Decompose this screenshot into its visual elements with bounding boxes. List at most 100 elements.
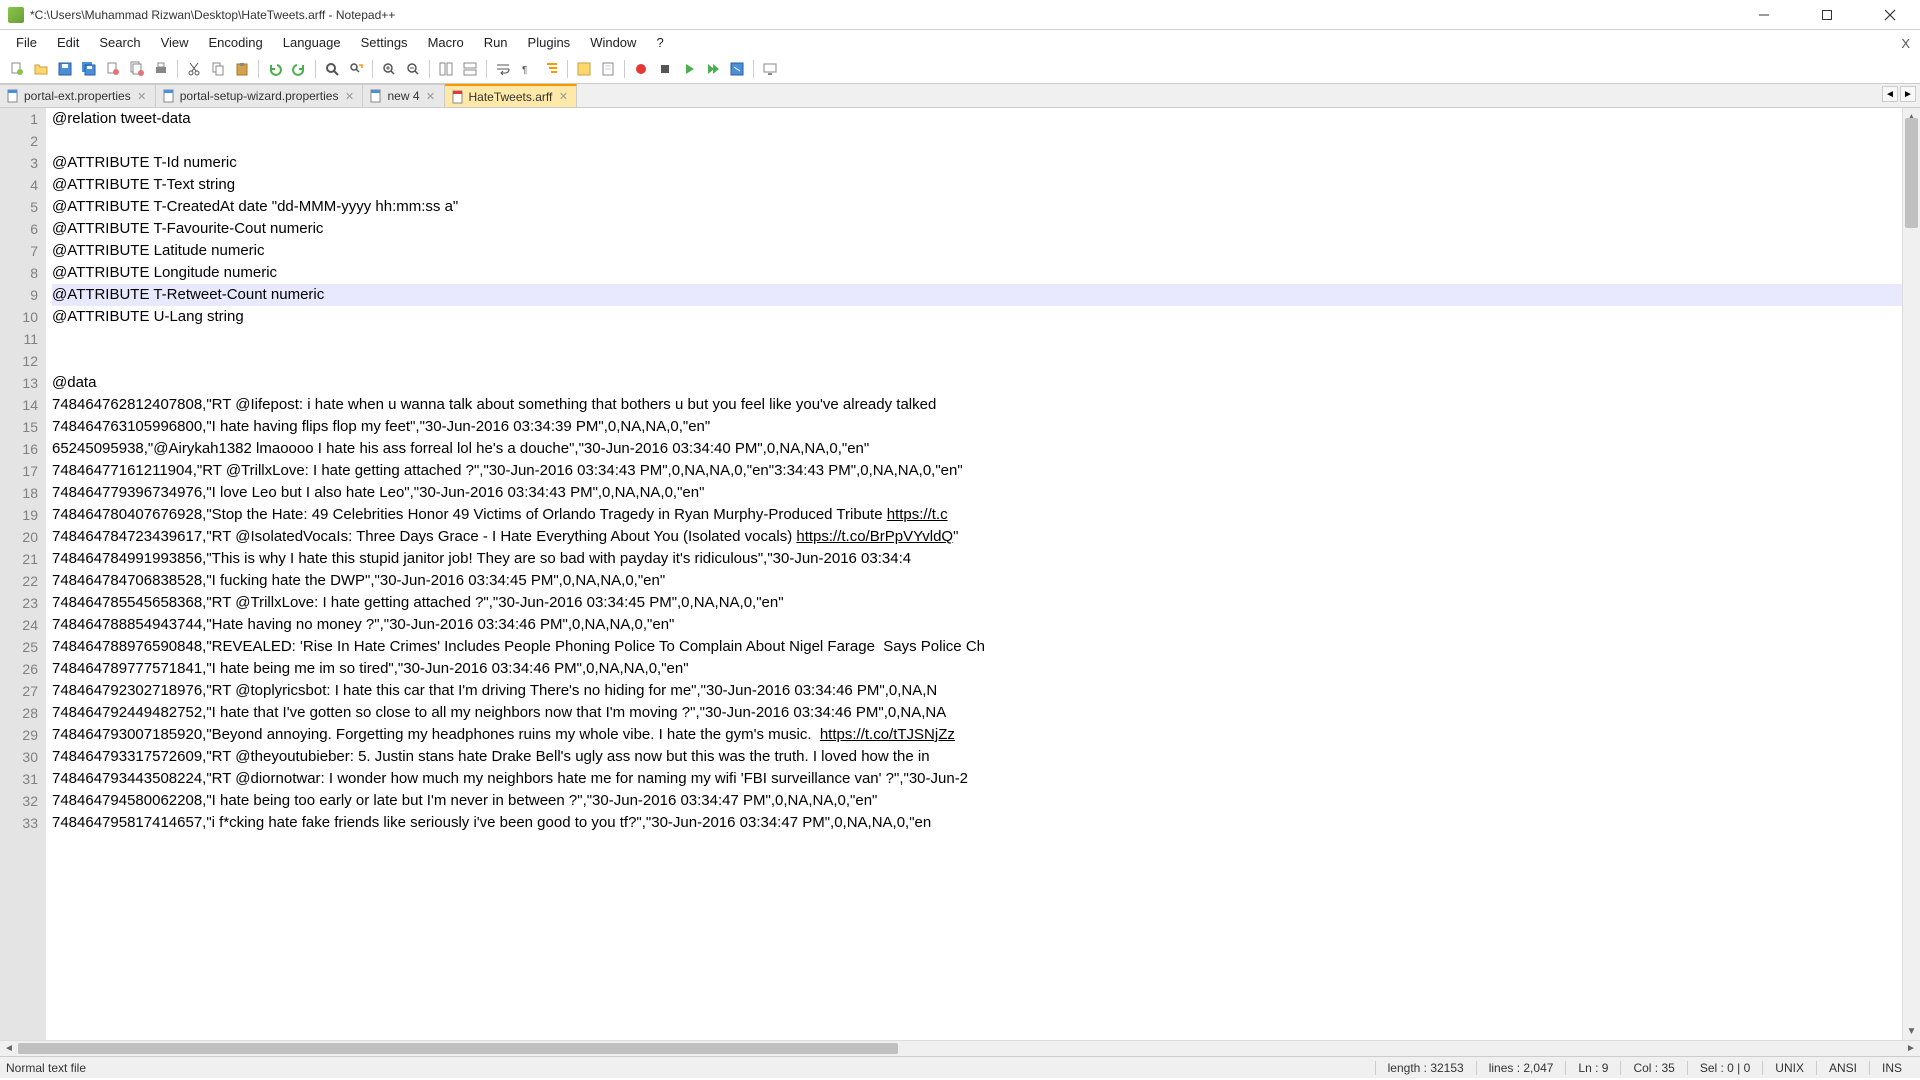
code-line[interactable]: 748464792302718976,"RT @toplyricsbot: I … [52, 680, 1902, 702]
menu-edit[interactable]: Edit [47, 32, 89, 53]
scroll-left-icon[interactable]: ◄ [0, 1043, 18, 1054]
save-macro-icon[interactable] [726, 58, 748, 80]
url-link[interactable]: https://t.co/tTJSNjZz [820, 726, 955, 743]
code-line[interactable]: @ATTRIBUTE Latitude numeric [52, 240, 1902, 262]
tab-scroll-left-button[interactable]: ◄ [1882, 86, 1898, 102]
menu-language[interactable]: Language [273, 32, 351, 53]
code-line[interactable]: 748464788976590848,"REVEALED: 'Rise In H… [52, 636, 1902, 658]
record-icon[interactable] [630, 58, 652, 80]
redo-icon[interactable] [288, 58, 310, 80]
code-line[interactable]: 748464784723439617,"RT @IsolatedVocaIs: … [52, 526, 1902, 548]
show-all-chars-icon[interactable]: ¶ [516, 58, 538, 80]
menu-run[interactable]: Run [474, 32, 518, 53]
vertical-scroll-thumb[interactable] [1905, 118, 1918, 228]
code-line[interactable]: 748464763105996800,"I hate having flips … [52, 416, 1902, 438]
undo-icon[interactable] [264, 58, 286, 80]
tab-hatetweets-arff[interactable]: HateTweets.arff✕ [445, 84, 578, 107]
copy-icon[interactable] [207, 58, 229, 80]
horizontal-scroll-track[interactable] [18, 1041, 1902, 1056]
monitor-icon[interactable] [759, 58, 781, 80]
code-line[interactable]: 748464784991993856,"This is why I hate t… [52, 548, 1902, 570]
open-file-icon[interactable] [30, 58, 52, 80]
code-line[interactable]: 748464784706838528,"I fucking hate the D… [52, 570, 1902, 592]
menu-macro[interactable]: Macro [418, 32, 474, 53]
scroll-right-icon[interactable]: ► [1902, 1043, 1920, 1054]
tab-portal-setup-wizard-properties[interactable]: portal-setup-wizard.properties✕ [156, 84, 364, 107]
word-wrap-icon[interactable] [492, 58, 514, 80]
play-multi-icon[interactable] [702, 58, 724, 80]
lang-icon[interactable] [573, 58, 595, 80]
zoom-in-icon[interactable] [378, 58, 400, 80]
menu-plugins[interactable]: Plugins [518, 32, 581, 53]
url-link[interactable]: https://t.c [887, 506, 948, 523]
indent-guide-icon[interactable] [540, 58, 562, 80]
scroll-down-icon[interactable]: ▼ [1903, 1022, 1920, 1040]
code-line[interactable] [52, 130, 1902, 152]
code-line[interactable]: @ATTRIBUTE U-Lang string [52, 306, 1902, 328]
code-line[interactable]: @ATTRIBUTE T-Text string [52, 174, 1902, 196]
code-line[interactable]: 748464788854943744,"Hate having no money… [52, 614, 1902, 636]
stop-icon[interactable] [654, 58, 676, 80]
horizontal-scroll-thumb[interactable] [18, 1043, 898, 1054]
menu-help[interactable]: ? [646, 32, 673, 53]
code-line[interactable]: 74846477161211904,"RT @TrillxLove: I hat… [52, 460, 1902, 482]
menu-encoding[interactable]: Encoding [199, 32, 273, 53]
menu-settings[interactable]: Settings [351, 32, 418, 53]
tab-close-button[interactable]: ✕ [135, 89, 149, 103]
play-icon[interactable] [678, 58, 700, 80]
close-all-icon[interactable] [126, 58, 148, 80]
tab-close-button[interactable]: ✕ [342, 89, 356, 103]
menu-window[interactable]: Window [580, 32, 646, 53]
new-file-icon[interactable] [6, 58, 28, 80]
code-line[interactable]: 65245095938,"@Airykah1382 lmaoooo I hate… [52, 438, 1902, 460]
code-line[interactable]: 748464793007185920,"Beyond annoying. For… [52, 724, 1902, 746]
code-line[interactable]: @ATTRIBUTE T-Id numeric [52, 152, 1902, 174]
code-line[interactable]: 748464780407676928,"Stop the Hate: 49 Ce… [52, 504, 1902, 526]
cut-icon[interactable] [183, 58, 205, 80]
code-line[interactable]: 748464785545658368,"RT @TrillxLove: I ha… [52, 592, 1902, 614]
minimize-button[interactable] [1741, 1, 1786, 29]
code-line[interactable]: @ATTRIBUTE Longitude numeric [52, 262, 1902, 284]
tab-new-4[interactable]: new 4✕ [363, 84, 444, 107]
vertical-scrollbar[interactable]: ▲ ▼ [1902, 108, 1920, 1040]
code-line[interactable]: @relation tweet-data [52, 108, 1902, 130]
menu-file[interactable]: File [6, 32, 47, 53]
tab-close-button[interactable]: ✕ [424, 89, 438, 103]
code-line[interactable]: @ATTRIBUTE T-Retweet-Count numeric [52, 284, 1902, 306]
replace-icon[interactable] [345, 58, 367, 80]
code-line[interactable]: 748464792449482752,"I hate that I've got… [52, 702, 1902, 724]
horizontal-scrollbar[interactable]: ◄ ► [0, 1040, 1920, 1056]
menu-view[interactable]: View [151, 32, 199, 53]
code-line[interactable]: @ATTRIBUTE T-CreatedAt date "dd-MMM-yyyy… [52, 196, 1902, 218]
save-icon[interactable] [54, 58, 76, 80]
secondary-close-button[interactable]: X [1901, 36, 1910, 51]
zoom-out-icon[interactable] [402, 58, 424, 80]
code-line[interactable]: 748464762812407808,"RT @Iifepost: i hate… [52, 394, 1902, 416]
url-link[interactable]: https://t.co/BrPpVYvldQ [796, 528, 953, 545]
paste-icon[interactable] [231, 58, 253, 80]
menu-search[interactable]: Search [89, 32, 150, 53]
code-line[interactable]: 748464794580062208,"I hate being too ear… [52, 790, 1902, 812]
code-area[interactable]: @relation tweet-data @ATTRIBUTE T-Id num… [46, 108, 1902, 1040]
code-line[interactable]: @ATTRIBUTE T-Favourite-Cout numeric [52, 218, 1902, 240]
doc-map-icon[interactable] [597, 58, 619, 80]
code-line[interactable]: 748464793443508224,"RT @diornotwar: I wo… [52, 768, 1902, 790]
code-line[interactable]: 748464789777571841,"I hate being me im s… [52, 658, 1902, 680]
close-window-button[interactable] [1867, 1, 1912, 29]
tab-portal-ext-properties[interactable]: portal-ext.properties✕ [0, 84, 156, 107]
find-icon[interactable] [321, 58, 343, 80]
code-line[interactable] [52, 328, 1902, 350]
sync-v-icon[interactable] [435, 58, 457, 80]
maximize-button[interactable] [1804, 1, 1849, 29]
tab-close-button[interactable]: ✕ [556, 90, 570, 104]
code-line[interactable]: 748464795817414657,"i f*cking hate fake … [52, 812, 1902, 834]
print-icon[interactable] [150, 58, 172, 80]
code-line[interactable] [52, 350, 1902, 372]
tab-scroll-right-button[interactable]: ► [1900, 86, 1916, 102]
code-line[interactable]: 748464779396734976,"I love Leo but I als… [52, 482, 1902, 504]
save-all-icon[interactable] [78, 58, 100, 80]
code-line[interactable]: 748464793317572609,"RT @theyoutubieber: … [52, 746, 1902, 768]
sync-h-icon[interactable] [459, 58, 481, 80]
code-line[interactable]: @data [52, 372, 1902, 394]
close-icon[interactable] [102, 58, 124, 80]
